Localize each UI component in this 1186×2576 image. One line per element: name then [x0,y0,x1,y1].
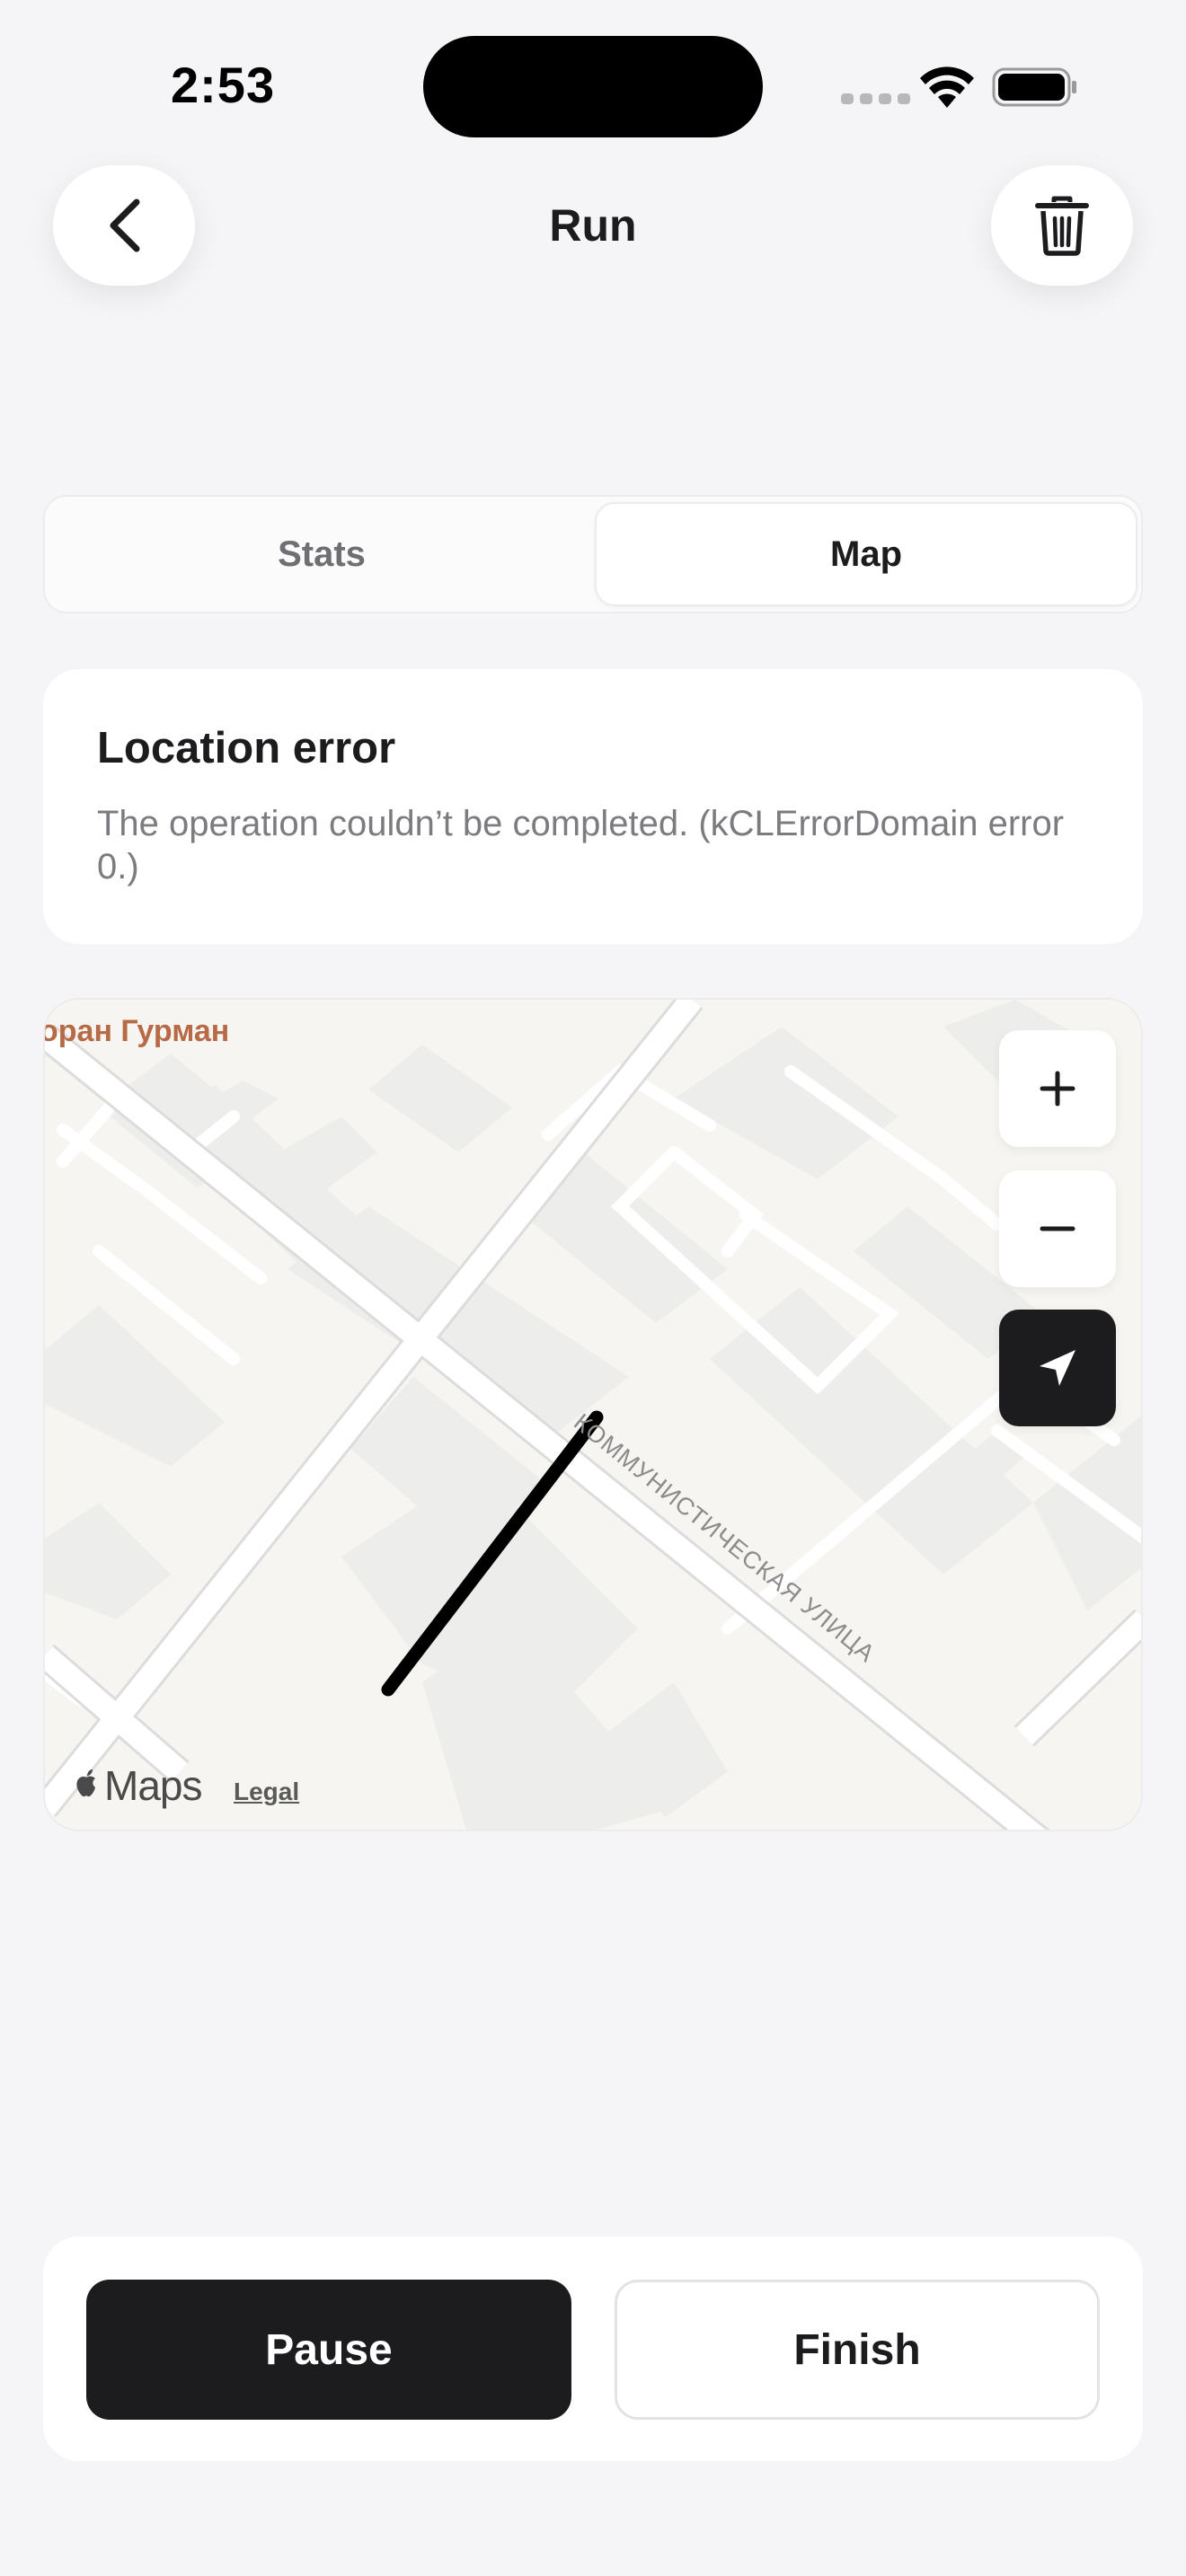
error-message: The operation couldn’t be completed. (kC… [97,804,1065,887]
finish-button[interactable]: Finish [615,2280,1100,2420]
tab-stats[interactable]: Stats [50,502,593,606]
zoom-out-button[interactable] [999,1170,1116,1287]
trash-icon [1035,196,1089,256]
wifi-icon [920,66,974,108]
tab-map[interactable]: Map [595,502,1137,606]
status-time: 2:53 [171,57,276,113]
minus-icon [1040,1226,1075,1231]
delete-button[interactable] [991,165,1133,286]
route-map[interactable]: оран Гурман КОММУНИСТИЧЕСКАЯ УЛИЦА Maps [43,998,1143,1831]
pause-button[interactable]: Pause [86,2280,571,2420]
apple-logo-icon [76,1769,95,1797]
locate-me-button[interactable] [999,1310,1116,1426]
legal-link[interactable]: Legal [234,1778,299,1806]
dynamic-island [423,36,763,137]
maps-brand: Maps [104,1762,202,1809]
maps-attribution: Maps [72,1761,202,1810]
plus-icon [1040,1071,1075,1107]
run-screen: 2:53 Run Stats Map Location error The op… [0,0,1186,2576]
battery-icon [992,67,1076,107]
zoom-in-button[interactable] [999,1030,1116,1147]
poi-label[interactable]: оран Гурман [45,1014,229,1049]
cellular-signal-icon [841,93,910,104]
view-segmented-control: Stats Map [43,495,1143,613]
location-error-card: Location error The operation couldn’t be… [43,669,1143,944]
run-actions-card: Pause Finish [43,2236,1143,2461]
error-title: Location error [97,724,396,772]
location-arrow-icon [1040,1350,1075,1386]
